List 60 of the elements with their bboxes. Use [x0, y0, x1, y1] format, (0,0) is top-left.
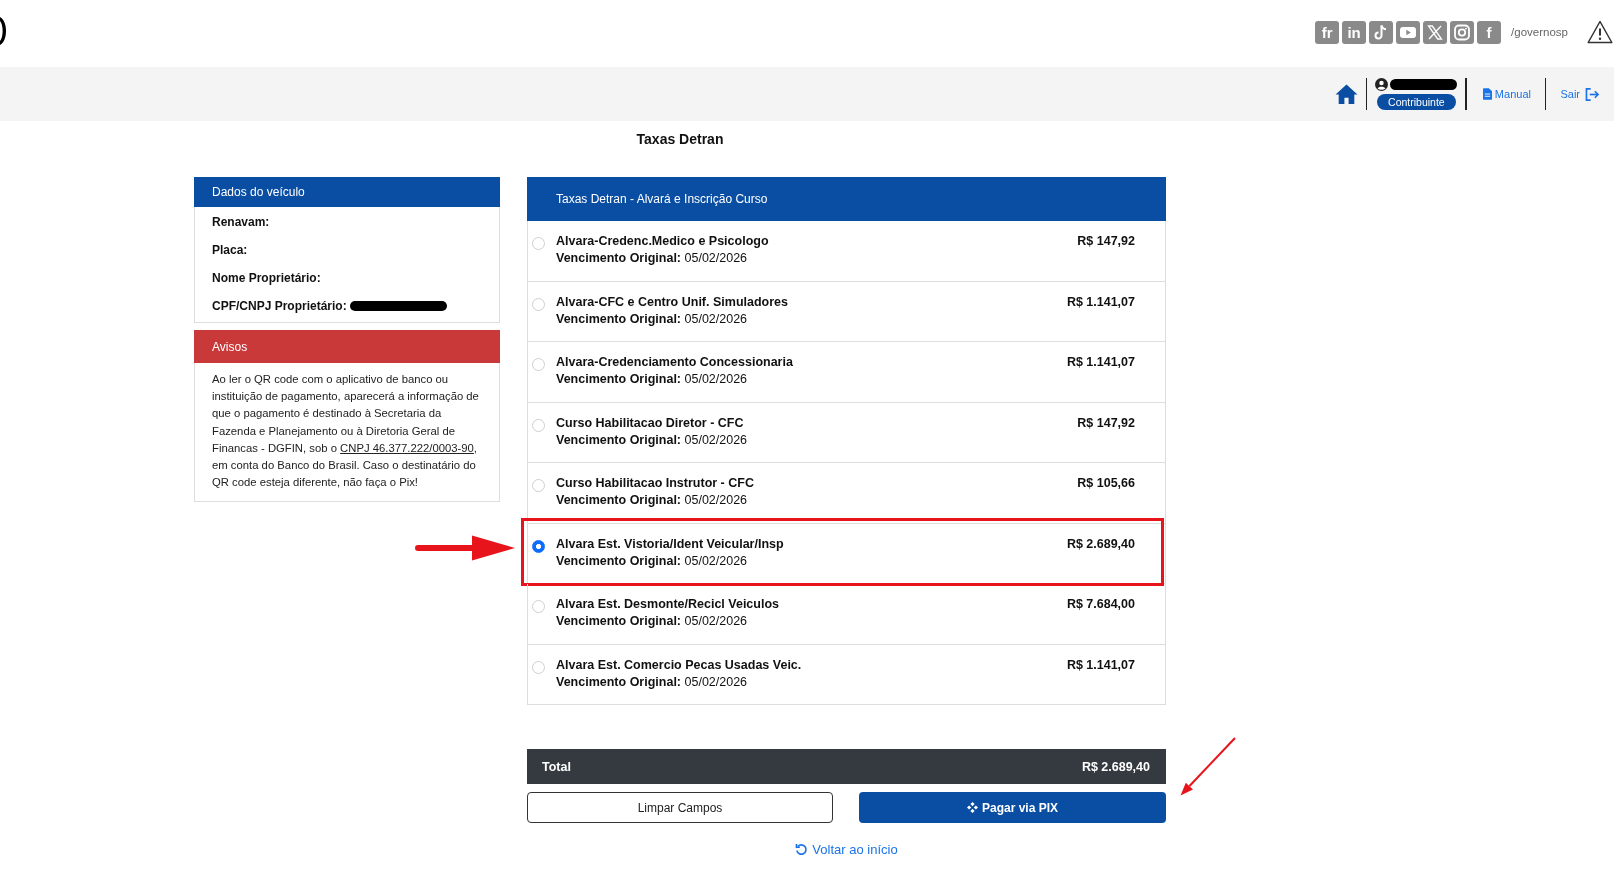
fee-name: Alvara Est. Desmonte/Recicl Veiculos — [556, 596, 780, 613]
fee-price: R$ 147,92 — [1077, 233, 1135, 250]
warning-icon — [1587, 20, 1613, 44]
fee-price: R$ 1.141,07 — [1066, 293, 1135, 311]
document-icon — [1482, 88, 1492, 100]
social-link[interactable]: in — [1342, 20, 1367, 44]
fee-name: Alvara-Credenc.Medico e Psicologo — [556, 233, 769, 250]
play-icon[interactable] — [1396, 20, 1421, 44]
cnpj-link[interactable]: CNPJ 46.377.222/0003-90 — [340, 441, 474, 454]
pointer-arrow-icon — [415, 534, 515, 561]
role-badge: Contribuinte — [1377, 94, 1456, 110]
due-date-text: Vencimento Original: 05/02/2026 — [556, 310, 748, 328]
total-value: R$ 2.689,40 — [1081, 759, 1150, 774]
due-date-text: Vencimento Original: 05/02/2026 — [556, 552, 748, 570]
user-icon — [1375, 78, 1389, 91]
field-label: Placa: — [212, 243, 248, 257]
radio-button[interactable] — [532, 539, 545, 553]
due-date-text: Vencimento Original: 05/02/2026 — [556, 492, 748, 509]
fee-name: Alvara Est. Vistoria/Ident Veicular/Insp — [556, 535, 784, 553]
manual-link[interactable]: Manual — [1474, 88, 1537, 100]
clear-button[interactable]: Limpar Campos — [527, 792, 833, 823]
due-date-text: Vencimento Original: 05/02/2026 — [556, 673, 748, 691]
back-link[interactable]: Voltar ao início — [795, 842, 898, 857]
sign-out-icon — [1585, 87, 1600, 101]
logout-link[interactable]: Sair — [1554, 87, 1600, 101]
panel-header: Avisos — [194, 330, 500, 363]
due-date-text: Vencimento Original: 05/02/2026 — [556, 431, 748, 449]
due-date-text: Vencimento Original: 05/02/2026 — [556, 613, 748, 630]
due-date-text: Vencimento Original: 05/02/2026 — [556, 250, 748, 267]
notice-text: Ao ler o QR code com o aplicativo de banco ou instituição de pagamento, aparecerá a informação de que o pagamento é destinado à Secretaria da Fazenda e Planejamento ou à Diretoria Geral de Financas - DGFIN, sob o CNPJ 46.377.222/0003-90, em conta do Banco do Brasil. Caso o destinatário do QR code esteja diferente, não faça o Pix! — [212, 372, 480, 491]
fee-price: R$ 1.141,07 — [1066, 354, 1135, 371]
fee-name: Alvara-CFC e Centro Unif. Simuladores — [556, 293, 788, 311]
fee-name: Alvara Est. Comercio Pecas Usadas Veic. — [556, 656, 802, 674]
curve-icon — [0, 17, 6, 45]
fee-price: R$ 105,66 — [1077, 475, 1135, 492]
x-icon[interactable] — [1423, 20, 1448, 44]
panel-header: Taxas Detran - Alvará e Inscrição Curso — [527, 177, 1166, 221]
field-label: Nome Proprietário: — [212, 271, 321, 285]
field-label: CPF/CNPJ Proprietário: — [212, 299, 347, 313]
home-icon[interactable] — [1334, 84, 1358, 104]
music-note-icon[interactable] — [1369, 20, 1394, 44]
field-label: Renavam: — [212, 215, 270, 229]
total-label: Total — [542, 759, 571, 774]
fee-price: R$ 147,92 — [1077, 414, 1135, 432]
due-date-text: Vencimento Original: 05/02/2026 — [556, 371, 748, 388]
pix-button[interactable]: Pagar via PIX — [859, 792, 1166, 823]
fee-name: Curso Habilitacao Diretor - CFC — [556, 414, 744, 432]
fee-name: Curso Habilitacao Instrutor - CFC — [556, 475, 754, 492]
social-link[interactable]: f — [1477, 20, 1502, 44]
fee-price: R$ 2.689,40 — [1066, 535, 1135, 553]
page-title: Taxas Detran — [635, 131, 725, 148]
camera-icon[interactable] — [1450, 20, 1475, 44]
panel-header: Dados do veículo — [194, 177, 500, 207]
diamond-icon — [966, 802, 978, 813]
undo-icon — [795, 843, 809, 856]
social-handle: /governosp — [1511, 26, 1568, 38]
social-link[interactable]: fr — [1315, 20, 1340, 44]
fee-price: R$ 1.141,07 — [1066, 656, 1135, 674]
fee-price: R$ 7.684,00 — [1066, 596, 1135, 613]
fee-name: Alvara-Credenciamento Concessionaria — [556, 354, 793, 371]
